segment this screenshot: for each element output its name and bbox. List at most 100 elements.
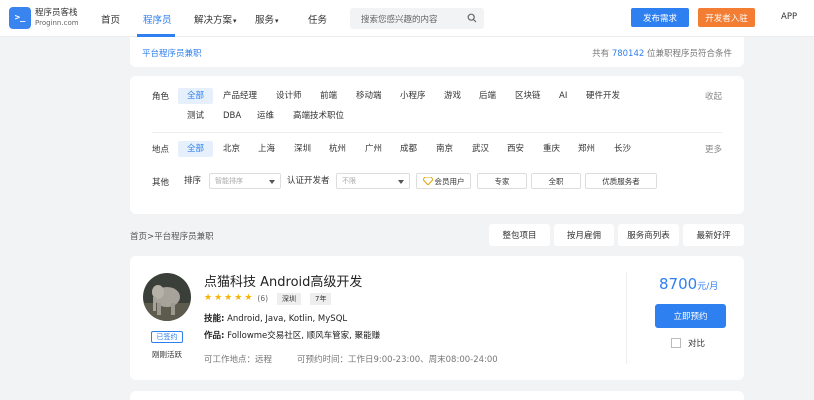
signed-badge: 已签约: [151, 331, 183, 343]
developer-join-button[interactable]: 开发者入驻: [698, 8, 755, 27]
location-option[interactable]: 成都: [400, 141, 417, 157]
work-location: 可工作地点：远程: [204, 355, 273, 365]
book-now-button[interactable]: 立即预约: [655, 304, 726, 328]
nav-services-label: 服务: [255, 15, 275, 26]
logo-domain: Proginn.com: [35, 19, 79, 27]
activity-status: 刚刚活跃: [152, 350, 182, 359]
card-divider: [626, 272, 627, 364]
tab-provider-list[interactable]: 服务商列表: [618, 224, 679, 246]
result-count: 共有 780142 位兼职程序员符合条件: [592, 47, 732, 59]
search-icon[interactable]: [467, 13, 477, 26]
sort-select[interactable]: 智能排序: [209, 173, 281, 189]
sort-select-value: 智能排序: [215, 177, 243, 185]
location-option-all[interactable]: 全部: [178, 141, 214, 157]
skills-line: 技能: Android, Java, Kotlin, MySQL: [204, 312, 347, 324]
tab-monthly-hire[interactable]: 按月雇佣: [554, 224, 614, 246]
works-label: 作品:: [204, 331, 225, 341]
more-locations-toggle[interactable]: 更多: [705, 143, 722, 155]
expert-filter[interactable]: 专家: [477, 173, 527, 189]
price-unit: 元/月: [697, 282, 719, 292]
location-option[interactable]: 深圳: [294, 141, 311, 157]
diamond-icon: [422, 177, 433, 185]
collapse-toggle[interactable]: 收起: [705, 90, 722, 102]
works-line: 作品: Followme交易社区, 顺风车管家, 聚能赚: [204, 329, 380, 341]
checkbox-icon[interactable]: [671, 338, 681, 348]
star-icon: ★: [234, 293, 243, 303]
certified-developer-label: 认证开发者: [287, 176, 330, 186]
search-placeholder: 搜索您感兴趣的内容: [361, 15, 438, 25]
role-option[interactable]: 高端技术职位: [293, 108, 344, 124]
skills-value: Android, Java, Kotlin, MySQL: [227, 314, 348, 324]
rating-stars: ★ ★ ★ ★ ★ (6): [204, 293, 268, 303]
star-icon: ★: [214, 293, 223, 303]
star-icon: ★: [224, 293, 233, 303]
role-option[interactable]: 游戏: [444, 88, 461, 104]
location-option[interactable]: 上海: [258, 141, 275, 157]
chevron-down-icon: ▾: [275, 17, 279, 25]
location-option[interactable]: 北京: [223, 141, 240, 157]
breadcrumb[interactable]: 首页>平台程序员兼职: [130, 230, 214, 242]
programmer-name[interactable]: 点猫科技 Android高级开发: [204, 271, 362, 290]
nav-services[interactable]: 服务▾: [255, 12, 279, 26]
nav-programmers[interactable]: 程序员: [143, 12, 172, 26]
role-option[interactable]: DBA: [223, 108, 241, 124]
role-option[interactable]: 硬件开发: [586, 88, 620, 104]
nav-home[interactable]: 首页: [101, 12, 120, 26]
price-value: 8700: [659, 275, 698, 293]
compare-label: 对比: [688, 339, 706, 349]
role-option[interactable]: 运维: [257, 108, 274, 124]
skills-label: 技能:: [204, 314, 225, 324]
location-option[interactable]: 武汉: [472, 141, 489, 157]
fulltime-filter[interactable]: 全职: [531, 173, 581, 189]
avatar[interactable]: [143, 273, 191, 321]
programmer-card[interactable]: 已签约 刚刚活跃 点猫科技 Android高级开发 ★ ★ ★ ★ ★ (6) …: [130, 256, 744, 380]
star-icon: ★: [204, 293, 213, 303]
role-option[interactable]: 移动端: [356, 88, 382, 104]
page-title-bar: 平台程序员兼职 共有 780142 位兼职程序员符合条件: [130, 37, 744, 67]
compare-checkbox[interactable]: 对比: [671, 337, 705, 349]
logo-title: 程序员客栈: [35, 8, 78, 18]
location-option[interactable]: 郑州: [578, 141, 595, 157]
role-option[interactable]: 前端: [320, 88, 337, 104]
location-option[interactable]: 长沙: [614, 141, 631, 157]
nav-tasks[interactable]: 任务: [308, 12, 327, 26]
certified-developer-select-value: 不限: [342, 177, 356, 185]
role-option[interactable]: 测试: [187, 108, 204, 124]
location-filter-label: 地点: [152, 145, 170, 155]
location-option[interactable]: 南京: [436, 141, 453, 157]
member-user-filter[interactable]: 会员用户: [416, 173, 471, 189]
tab-package-projects[interactable]: 整包项目: [489, 224, 550, 246]
rating-count: (6): [257, 293, 269, 303]
role-option[interactable]: 后端: [479, 88, 496, 104]
filter-panel: 角色 全部 产品经理 设计师 前端 移动端 小程序 游戏 后端 区块链 AI 硬…: [130, 76, 744, 214]
available-time: 可预约时间：工作日9:00-23:00、周末08:00-24:00: [297, 355, 498, 365]
site-logo[interactable]: >_ 程序员客栈 Proginn.com: [9, 7, 79, 29]
role-option[interactable]: AI: [559, 88, 567, 104]
publish-demand-button[interactable]: 发布需求: [631, 8, 689, 27]
dropdown-arrow-icon: [398, 180, 404, 184]
next-programmer-card[interactable]: [130, 391, 744, 400]
role-option[interactable]: 设计师: [276, 88, 302, 104]
sort-label: 排序: [184, 176, 202, 186]
nav-solutions[interactable]: 解决方案▾: [194, 12, 237, 26]
result-count-prefix: 共有: [592, 49, 610, 59]
location-option[interactable]: 重庆: [543, 141, 560, 157]
certified-developer-select[interactable]: 不限: [336, 173, 410, 189]
role-option[interactable]: 小程序: [400, 88, 426, 104]
role-option[interactable]: 产品经理: [223, 88, 257, 104]
app-link[interactable]: APP: [781, 12, 797, 22]
location-option[interactable]: 西安: [507, 141, 524, 157]
logo-icon: >_: [9, 7, 31, 29]
price: 8700元/月: [659, 275, 718, 293]
dropdown-arrow-icon: [269, 180, 275, 184]
member-user-label: 会员用户: [434, 176, 465, 186]
premium-provider-filter[interactable]: 优质服务者: [585, 173, 657, 189]
search-input[interactable]: 搜索您感兴趣的内容: [350, 8, 484, 29]
star-icon: ★: [244, 293, 253, 303]
tab-latest-reviews[interactable]: 最新好评: [683, 224, 744, 246]
role-option-all[interactable]: 全部: [178, 88, 214, 104]
location-option[interactable]: 广州: [365, 141, 382, 157]
role-option[interactable]: 区块链: [515, 88, 541, 104]
top-navigation-bar: >_ 程序员客栈 Proginn.com 首页 程序员 解决方案▾ 服务▾ 任务…: [0, 0, 814, 37]
location-option[interactable]: 杭州: [329, 141, 346, 157]
